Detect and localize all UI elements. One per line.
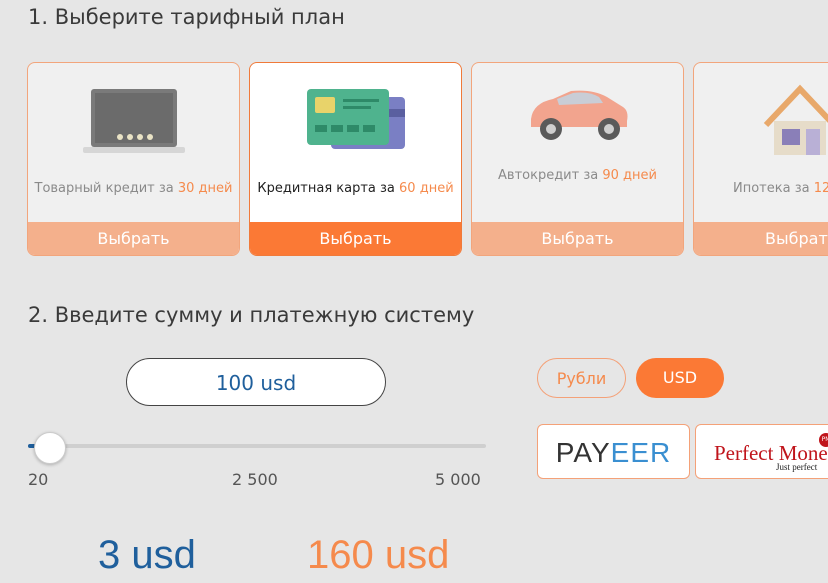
currency-usd-button[interactable]: USD [636,358,724,398]
plan-caption: Товарный кредит за 30 дней [34,181,233,196]
slider-tick-min: 20 [28,470,49,489]
amount-input[interactable]: 100 usd [126,358,386,406]
perfect-money-badge-icon: PM [819,433,828,447]
payeer-logo: PAYEER [555,437,672,468]
house-icon [694,81,828,191]
slider-tick-mid: 2 500 [232,470,278,489]
credit-card-icon [250,81,461,191]
perfect-money-tagline: Just perfect [776,462,818,472]
slider-tick-max: 5 000 [435,470,481,489]
plan-caption: Ипотека за 120 [733,181,828,196]
plan-card-mortgage[interactable]: Ипотека за 120 Выбрат [693,62,828,256]
currency-rub-button[interactable]: Рубли [537,358,626,398]
select-button[interactable]: Выбрать [472,222,683,255]
perfect-money-option[interactable]: Perfect Money Just perfect PM [695,424,828,479]
plan-card-goods[interactable]: Товарный кредит за 30 дней Выбрать [27,62,240,256]
amount-slider-track[interactable] [28,444,486,448]
laptop-icon [28,81,239,191]
select-button[interactable]: Выбрат [694,222,828,255]
payeer-option[interactable]: PAYEER [537,424,690,479]
plan-caption: Кредитная карта за 60 дней [257,181,454,196]
result-right-value: 160 usd [307,533,450,577]
amount-slider-handle[interactable] [34,432,66,464]
plan-card-car-loan[interactable]: Автокредит за 90 дней Выбрать [471,62,684,256]
step1-title: 1. Выберите тарифный план [28,5,345,29]
step2-title: 2. Введите сумму и платежную систему [28,303,475,327]
plan-card-credit-card[interactable]: Кредитная карта за 60 дней Выбрать [249,62,462,256]
result-left-value: 3 usd [98,533,196,577]
select-button[interactable]: Выбрать [250,222,461,255]
select-button[interactable]: Выбрать [28,222,239,255]
plan-caption: Автокредит за 90 дней [498,168,657,183]
